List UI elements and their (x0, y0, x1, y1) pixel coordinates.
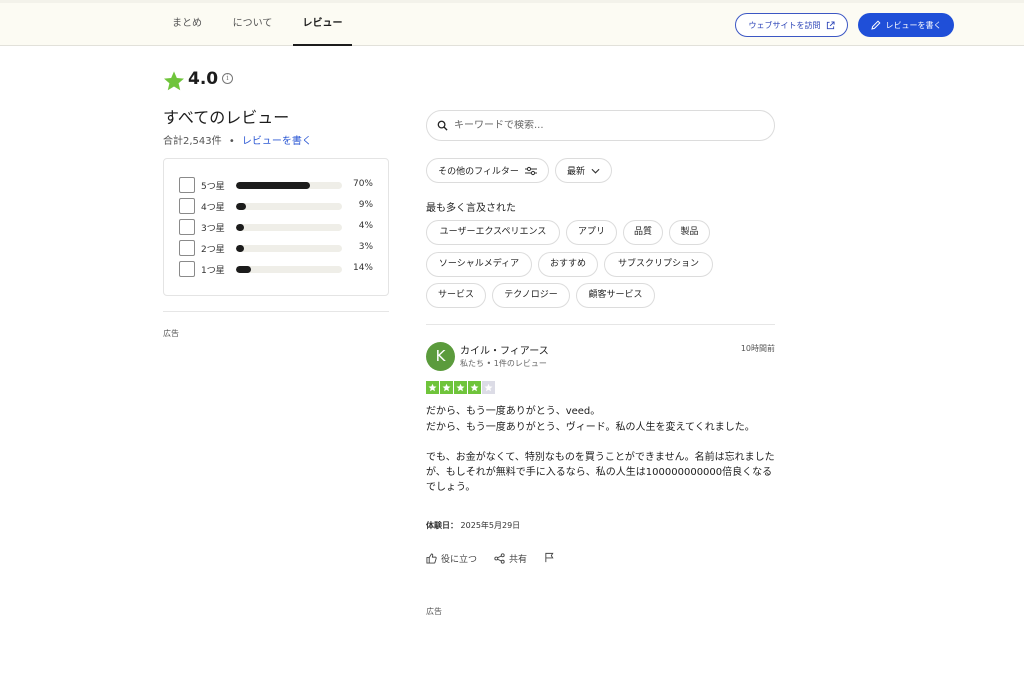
tab-summary[interactable]: まとめ (165, 3, 209, 46)
tab-about[interactable]: について (225, 3, 280, 46)
more-filters-button[interactable]: その他のフィルター (426, 158, 549, 183)
chevron-down-icon (591, 168, 600, 174)
rating-bar-fill (236, 203, 246, 210)
review-count-line: 合計2,543件 • レビューを書く (163, 132, 312, 147)
rating-filter-label: 3つ星 (201, 224, 225, 234)
reviewer-name[interactable]: カイル・フィアース (460, 342, 549, 357)
rating-bar-fill (236, 266, 251, 273)
rating-percent: 14% (352, 263, 373, 273)
write-review-button[interactable]: レビューを書く (858, 13, 954, 37)
page-title: すべてのレビュー (163, 108, 290, 127)
rating-filter-label: 4つ星 (201, 203, 225, 213)
rating-filter-row[interactable]: 4つ星 9% (179, 198, 379, 215)
share-button[interactable]: 共有 (494, 552, 527, 565)
search-input[interactable] (454, 120, 754, 131)
ad-label: 広告 (163, 329, 179, 338)
rating-checkbox[interactable] (179, 219, 195, 235)
topic-chip[interactable]: テクノロジー (492, 283, 570, 308)
rating-checkbox[interactable] (179, 240, 195, 256)
star-filled-icon (440, 381, 453, 394)
visit-website-button[interactable]: ウェブサイトを訪問 (735, 13, 848, 37)
rating-filter-row[interactable]: 5つ星 70% (179, 177, 379, 194)
thumbs-up-icon (426, 553, 437, 564)
avatar: K (426, 342, 455, 371)
divider (426, 324, 775, 325)
topic-chip[interactable]: ソーシャルメディア (426, 252, 532, 277)
write-review-link[interactable]: レビューを書く (242, 136, 312, 147)
experience-date-label: 体験日： (426, 521, 458, 530)
pencil-icon (870, 20, 881, 30)
rating-bar-fill (236, 182, 311, 189)
review-title: だから、もう一度ありがとう、veed。 (426, 406, 601, 417)
topic-chip[interactable]: 顧客サービス (576, 283, 655, 308)
experience-date-value: 2025年5月29日 (460, 521, 521, 530)
experience-date: 体験日： 2025年5月29日 (426, 520, 520, 531)
rating-percent: 4% (358, 221, 373, 231)
topic-chip[interactable]: サービス (426, 283, 486, 308)
info-icon[interactable]: i (222, 73, 233, 84)
rating-filter-label: 2つ星 (201, 245, 225, 255)
topic-chip[interactable]: 品質 (623, 220, 663, 245)
report-button[interactable] (544, 552, 555, 563)
search-box[interactable] (426, 110, 775, 141)
tab-reviews[interactable]: レビュー (293, 3, 352, 46)
star-filled-icon (468, 381, 481, 394)
top-nav-bar: まとめ について レビュー ウェブサイトを訪問 レビューを書く (0, 0, 1024, 46)
rating-bar-track (236, 203, 342, 210)
flag-icon (545, 552, 554, 563)
star-empty-icon (482, 381, 495, 394)
ad-label: 広告 (426, 607, 442, 616)
rating-percent: 3% (358, 242, 373, 252)
share-label: 共有 (509, 555, 528, 565)
rating-checkbox[interactable] (179, 198, 195, 214)
topic-chip[interactable]: 製品 (669, 220, 710, 245)
rating-checkbox[interactable] (179, 177, 195, 193)
divider (163, 311, 389, 312)
rating-bar-fill (236, 245, 244, 252)
rating-bar-track (236, 266, 342, 273)
rating-bar-track (236, 224, 342, 231)
share-icon (494, 553, 505, 564)
most-mentioned-title: 最も多く言及された (426, 203, 516, 214)
helpful-label: 役に立つ (441, 555, 478, 565)
reviewer-meta: 私たち • 1件のレビュー (460, 359, 547, 368)
separator-dot: • (228, 136, 235, 147)
helpful-button[interactable]: 役に立つ (426, 552, 477, 565)
overall-rating: 4.0 (188, 69, 219, 89)
star-filled-icon (454, 381, 467, 394)
rating-filter-row[interactable]: 3つ星 4% (179, 219, 379, 236)
rating-filter-row[interactable]: 1つ星 14% (179, 261, 379, 278)
visit-website-label: ウェブサイトを訪問 (748, 20, 821, 30)
topic-chip[interactable]: ユーザーエクスペリエンス (426, 220, 560, 245)
rating-bar-track (236, 245, 342, 252)
more-filters-label: その他のフィルター (438, 167, 519, 177)
sort-dropdown[interactable]: 最新 (555, 158, 612, 183)
review-body: だから、もう一度ありがとう、ヴィード。私の人生を変えてくれました。 でも、お金が… (426, 422, 775, 493)
sliders-icon (524, 166, 537, 175)
write-review-label: レビューを書く (885, 20, 942, 30)
total-review-count: 合計2,543件 (163, 136, 222, 147)
external-link-icon (826, 20, 835, 29)
rating-bar-fill (236, 224, 244, 231)
rating-distribution: 5つ星 70% 4つ星 9% 3つ星 4% 2つ星 3% 1つ星 14% (163, 158, 389, 296)
rating-filter-row[interactable]: 2つ星 3% (179, 240, 379, 257)
rating-checkbox[interactable] (179, 261, 195, 277)
rating-percent: 70% (352, 179, 373, 189)
review-time: 10時間前 (740, 344, 775, 353)
topic-chip[interactable]: おすすめ (538, 252, 598, 277)
rating-percent: 9% (358, 200, 373, 210)
rating-filter-label: 1つ星 (201, 266, 225, 276)
search-icon (437, 120, 448, 131)
review-star-rating (426, 381, 495, 394)
rating-bar-track (236, 182, 342, 189)
topic-chip[interactable]: アプリ (566, 220, 617, 245)
topic-chip[interactable]: サブスクリプション (604, 252, 713, 277)
star-filled-icon (426, 381, 439, 394)
rating-star-icon (164, 71, 184, 91)
sort-label: 最新 (566, 167, 585, 177)
rating-filter-label: 5つ星 (201, 182, 225, 192)
